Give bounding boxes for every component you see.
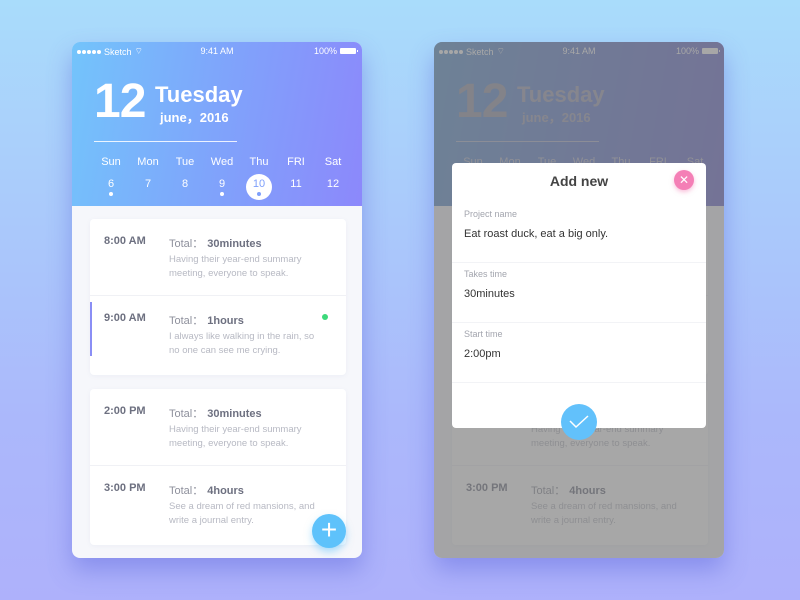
day-number: 6 — [107, 178, 115, 190]
dialog-title: Add new — [549, 173, 609, 189]
day-name: Mon — [137, 156, 159, 168]
event-indicator-dot — [109, 192, 113, 196]
event-time: 2:00 PM — [104, 405, 146, 417]
event-item[interactable]: 3:00 PM Total：4hours See a dream of red … — [90, 465, 346, 541]
day-tue[interactable]: Tue 8 — [168, 156, 202, 202]
event-time: 9:00 AM — [104, 312, 146, 324]
event-description: Having their year-end summary meeting, e… — [169, 254, 302, 279]
close-icon: ✕ — [678, 173, 690, 187]
calendar-screen: Sketch ⌔ 9:41 AM 100% 12 Tuesday june，20… — [72, 42, 362, 558]
battery-percent: 100% — [313, 46, 337, 56]
day-number: 8 — [181, 178, 189, 190]
day-name: Wed — [210, 156, 234, 168]
add-new-screen: Sketch ⌔ 9:41 AM 100% 12 Tuesday june，20… — [434, 42, 724, 558]
battery-icon — [340, 48, 358, 54]
checkmark-icon — [569, 415, 589, 429]
day-wed[interactable]: Wed 9 — [205, 156, 239, 202]
status-bar: Sketch ⌔ 9:41 AM 100% — [72, 42, 362, 60]
event-description: Having their year-end summary meeting, e… — [169, 424, 302, 449]
event-card: 8:00 AM Total：30minutes Having their yea… — [90, 219, 346, 375]
day-number: 9 — [218, 178, 226, 190]
event-total: Total：30minutes — [169, 238, 262, 250]
day-fri[interactable]: FRI 11 — [279, 156, 313, 202]
event-total: Total：30minutes — [169, 408, 262, 420]
event-item[interactable]: 8:00 AM Total：30minutes Having their yea… — [90, 219, 346, 295]
day-name: Tue — [175, 156, 195, 168]
event-description: See a dream of red mansions, and write a… — [169, 501, 315, 526]
event-item[interactable]: 2:00 PM Total：30minutes Having their yea… — [90, 389, 346, 465]
week-strip: Sun 6 Mon 7 Tue 8 Wed 9 Thu 10 FRI 11 Sat 12 — [94, 156, 350, 202]
header-divider — [94, 141, 237, 142]
weekday-label: Tuesday — [155, 82, 243, 107]
field-label: Project name — [464, 209, 518, 219]
project-name-field: Project name — [452, 203, 706, 263]
takes-time-field: Takes time — [452, 263, 706, 323]
event-item-active[interactable]: 9:00 AM Total： 1hours I always like walki… — [90, 295, 346, 371]
day-name: Sun — [101, 156, 121, 168]
field-label: Start time — [464, 329, 503, 339]
event-time: 8:00 AM — [104, 235, 146, 247]
date-header: Sketch ⌔ 9:41 AM 100% 12 Tuesday june，20… — [72, 42, 362, 206]
day-number: 10 — [252, 178, 266, 190]
day-number: 7 — [144, 178, 152, 190]
field-label: Takes time — [464, 269, 508, 279]
event-total: Total：4hours — [169, 485, 244, 497]
event-indicator-dot — [220, 192, 224, 196]
event-total: Total：1hours — [169, 315, 244, 327]
day-number: 11 — [290, 178, 302, 190]
plus-icon: + — [320, 514, 338, 545]
event-indicator-dot — [257, 192, 261, 196]
project-name-input[interactable] — [464, 228, 694, 240]
day-name: Thu — [249, 156, 269, 168]
add-event-button[interactable]: + — [312, 514, 346, 548]
day-name: FRI — [287, 156, 305, 168]
event-description: I always like walking in the rain, so no… — [169, 331, 315, 356]
day-mon[interactable]: Mon 7 — [131, 156, 165, 202]
confirm-button[interactable] — [561, 404, 597, 440]
close-button[interactable]: ✕ — [674, 170, 694, 190]
takes-time-input[interactable] — [464, 288, 694, 300]
day-thu[interactable]: Thu 10 — [242, 156, 276, 202]
start-time-input[interactable] — [464, 348, 694, 360]
add-new-dialog: Add new ✕ Project name Takes time Start … — [452, 163, 706, 428]
day-sat[interactable]: Sat 12 — [316, 156, 350, 202]
event-time: 3:00 PM — [104, 482, 146, 494]
day-number: 12 — [94, 75, 146, 128]
day-number: 12 — [326, 178, 340, 190]
start-time-field: Start time — [452, 323, 706, 383]
day-name: Sat — [324, 156, 342, 168]
event-card: 2:00 PM Total：30minutes Having their yea… — [90, 389, 346, 545]
month-year-label: june，2016 — [160, 110, 229, 125]
day-sun[interactable]: Sun 6 — [94, 156, 128, 202]
status-dot — [322, 314, 328, 320]
